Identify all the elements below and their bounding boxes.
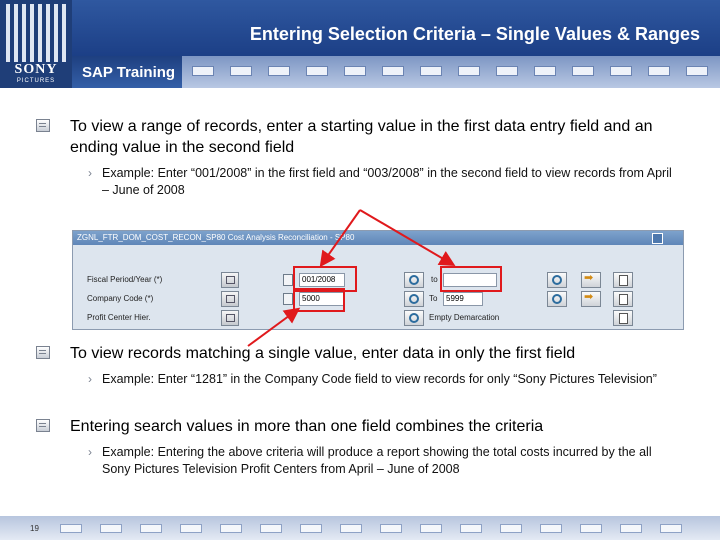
bullet-item: To view a range of records, enter a star… <box>30 116 680 158</box>
bullet-text: To view records matching a single value,… <box>70 345 576 362</box>
sap-row-profit-center: Profit Center Hier. Empty Demarcation <box>81 310 677 326</box>
bullet-icon <box>36 119 50 132</box>
sap-field-label: Profit Center Hier. <box>87 313 151 322</box>
empty-demarcation-label: Empty Demarcation <box>429 313 500 322</box>
sub-bullet-text: Example: Enter “001/2008” in the first f… <box>102 166 672 197</box>
chevron-right-icon: › <box>88 445 92 459</box>
arrow-right-icon[interactable] <box>581 290 601 307</box>
window-icon <box>652 233 663 244</box>
bullet-icon <box>36 346 50 359</box>
bullet-item: To view records matching a single value,… <box>30 343 680 364</box>
company-code-to-input[interactable]: 5999 <box>443 292 483 306</box>
to-label: To <box>429 294 438 303</box>
chevron-right-icon: › <box>88 372 92 386</box>
logo-text: SONY <box>14 62 58 77</box>
slide-title: Entering Selection Criteria – Single Val… <box>249 24 700 44</box>
search-icon[interactable] <box>404 310 424 326</box>
sub-bullet-text: Example: Enter “1281” in the Company Cod… <box>102 372 657 386</box>
sub-bullet-item: › Example: Enter “001/2008” in the first… <box>82 165 682 199</box>
sap-row-fiscal-period: Fiscal Period/Year (*) 001/2008 to <box>81 271 677 288</box>
bullet-text: To view a range of records, enter a star… <box>70 118 653 156</box>
variant-button[interactable] <box>221 310 239 326</box>
slide-footer: 19 <box>0 516 720 540</box>
slide-header: SONY PICTURES Entering Selection Criteri… <box>0 0 720 88</box>
brand-bar: SAP Training <box>72 56 182 88</box>
doc-icon <box>283 293 293 305</box>
sony-logo: SONY PICTURES <box>0 0 72 88</box>
arrow-right-icon[interactable] <box>581 271 601 288</box>
doc-icon <box>283 274 293 286</box>
search-icon[interactable] <box>547 272 567 288</box>
search-icon[interactable] <box>404 272 424 288</box>
page-number: 19 <box>30 524 39 533</box>
title-bar: Entering Selection Criteria – Single Val… <box>72 0 720 56</box>
search-icon[interactable] <box>404 291 424 307</box>
sub-bullet-item: › Example: Entering the above criteria w… <box>82 444 682 478</box>
sap-row-company-code: Company Code (*) 5000 To 5999 <box>81 290 677 307</box>
bullet-text: Entering search values in more than one … <box>70 418 544 435</box>
logo-subtext: PICTURES <box>16 78 56 84</box>
sub-bullet-item: › Example: Enter “1281” in the Company C… <box>82 371 682 388</box>
brand-label: SAP Training <box>82 64 176 81</box>
chevron-right-icon: › <box>88 166 92 180</box>
search-icon[interactable] <box>547 291 567 307</box>
multiple-selection-icon[interactable] <box>613 272 633 288</box>
to-label: to <box>431 275 438 284</box>
sap-selection-screen: ZGNL_FTR_DOM_COST_RECON_SP80 Cost Analys… <box>72 230 684 330</box>
highlight-to-field <box>440 266 502 292</box>
multiple-selection-icon[interactable] <box>613 310 633 326</box>
sap-field-label: Fiscal Period/Year (*) <box>87 275 163 284</box>
variant-button[interactable] <box>221 272 239 288</box>
highlight-company-field <box>293 288 345 312</box>
variant-button[interactable] <box>221 291 239 307</box>
sap-title: ZGNL_FTR_DOM_COST_RECON_SP80 Cost Analys… <box>73 231 683 245</box>
bullet-item: Entering search values in more than one … <box>30 416 680 437</box>
sap-field-label: Company Code (*) <box>87 294 154 303</box>
sub-bullet-text: Example: Entering the above criteria wil… <box>102 445 652 476</box>
logo-film-bars <box>6 4 66 62</box>
bullet-icon <box>36 419 50 432</box>
film-strip <box>182 56 720 88</box>
multiple-selection-icon[interactable] <box>613 291 633 307</box>
